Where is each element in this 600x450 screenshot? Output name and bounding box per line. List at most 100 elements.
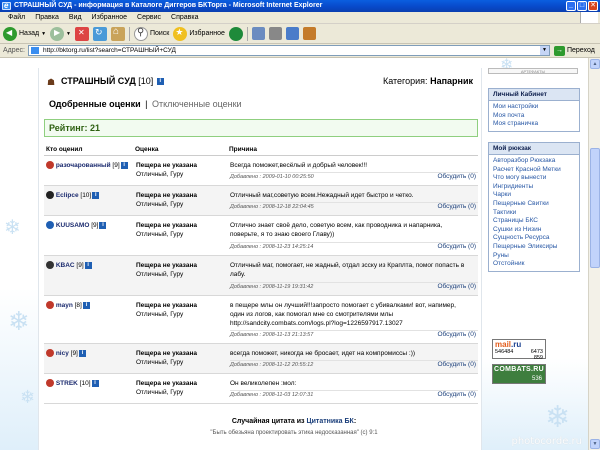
cave-name: Пещера не указана	[136, 162, 197, 169]
rater: nicy [9] i	[46, 349, 133, 358]
home-button[interactable]	[110, 26, 125, 42]
added-line: Добавлено : 2008-11-13 21:13:57 Обсудить …	[230, 330, 478, 339]
table-header: Кто оценил Оценка Причина	[44, 144, 478, 156]
forward-button[interactable]: ▼	[50, 26, 71, 42]
info-icon[interactable]: i	[156, 78, 164, 86]
backpack-link[interactable]: Пещерные Эликсиры	[493, 243, 579, 252]
discuss-link[interactable]: Обсудить (0)	[437, 331, 476, 339]
artifacts-banner[interactable]: АРТЕФАКТЫ	[488, 68, 578, 74]
mail-button[interactable]	[251, 26, 265, 42]
menu-bar: Файл Правка Вид Избранное Сервис Справка	[0, 12, 600, 24]
info-icon[interactable]: i	[92, 191, 100, 199]
discuss-link[interactable]: Обсудить (0)	[437, 283, 476, 291]
scroll-up-arrow-icon[interactable]: ▲	[590, 59, 600, 69]
scroll-thumb[interactable]	[590, 148, 600, 268]
back-button[interactable]: Назад ▼	[3, 26, 46, 42]
close-button[interactable]: ✕	[588, 1, 598, 11]
menu-favorites[interactable]: Избранное	[87, 12, 132, 23]
scroll-down-arrow-icon[interactable]: ▼	[590, 439, 600, 449]
cabinet-link[interactable]: Моя почта	[493, 112, 579, 121]
table-row: nicy [9] i Пещера не указана Отличный, Гуру…	[44, 344, 478, 374]
added-prefix: Добавлено :	[230, 332, 262, 338]
info-icon[interactable]: i	[82, 301, 90, 309]
minimize-button[interactable]: _	[566, 1, 576, 11]
reason-text: всегда поможет, никогда не бросает, идет…	[230, 350, 416, 357]
reason-text: Всегда поможет,весёлый и добрый человек!…	[230, 162, 368, 169]
discuss-link[interactable]: Обсудить (0)	[437, 391, 476, 399]
backpack-link[interactable]: Ингридиенты	[493, 183, 579, 192]
info-icon[interactable]: i	[78, 349, 86, 357]
backpack-link[interactable]: Сущность Ресурса	[493, 234, 579, 243]
rater-name[interactable]: разочарованный	[56, 162, 111, 169]
rater-cell: mayn [8] i	[44, 296, 133, 343]
edit-button[interactable]	[285, 26, 299, 42]
address-input[interactable]: http://bktorg.ru/list?search=СТРАШНЫЙ+СУ…	[27, 45, 550, 56]
discuss-link[interactable]: Обсудить (0)	[437, 173, 476, 181]
address-dropdown-icon[interactable]: ▼	[539, 46, 549, 55]
backpack-link[interactable]: Тактики	[493, 209, 579, 218]
backpack-link[interactable]: Страницы БКС	[493, 217, 579, 226]
backpack-link[interactable]: Пещерные Свитки	[493, 200, 579, 209]
backpack-link[interactable]: Расчет Красной Метки	[493, 166, 579, 175]
forward-dropdown-icon[interactable]: ▼	[66, 31, 71, 37]
cave-name: Пещера не указана	[136, 192, 197, 199]
rater-name[interactable]: mayn	[56, 302, 73, 309]
menu-view[interactable]: Вид	[64, 12, 87, 23]
info-icon[interactable]: i	[84, 261, 92, 269]
rater-name[interactable]: STREK	[56, 380, 78, 387]
rater-name[interactable]: KBAC	[56, 262, 75, 269]
mailru-counter[interactable]: mail.ru 546484 6473 859	[492, 339, 546, 361]
discuss-link[interactable]: Обсудить (0)	[437, 361, 476, 369]
table-row: разочарованный [9] i Пещера не указана Отли…	[44, 156, 478, 186]
refresh-button[interactable]	[92, 26, 107, 42]
added-line: Добавлено : 2008-11-03 12:07:31 Обсудить …	[230, 390, 478, 399]
go-arrow-icon: →	[553, 45, 565, 56]
cabinet-link[interactable]: Моя страничка	[493, 120, 579, 129]
added-date: 2009-01-10 00:25:50	[262, 174, 314, 180]
page-icon	[30, 47, 39, 54]
mailru-num-bottom: 859	[533, 355, 543, 361]
discuss-link[interactable]: Обсудить (0)	[437, 243, 476, 251]
quote-source-link[interactable]: Цитатника БК	[306, 418, 353, 425]
rater-name[interactable]: nicy	[56, 350, 69, 357]
go-button[interactable]: → Переход	[553, 45, 595, 56]
rater: Eclipce [10] i	[46, 191, 133, 200]
info-icon[interactable]: i	[99, 221, 107, 229]
menu-tools[interactable]: Сервис	[132, 12, 166, 23]
cabinet-link[interactable]: Мои настройки	[493, 103, 579, 112]
discuss-count: (0)	[468, 173, 476, 180]
grade-value: Отличный, Гуру	[136, 271, 184, 278]
backpack-link[interactable]: Чарки	[493, 191, 579, 200]
menu-file[interactable]: Файл	[3, 12, 30, 23]
search-icon	[133, 26, 148, 41]
category-label: Категория:	[382, 76, 428, 86]
backpack-link[interactable]: Отстойник	[493, 260, 579, 269]
clan-icon	[46, 161, 54, 170]
search-button[interactable]: Поиск	[133, 26, 169, 42]
discuss-link[interactable]: Обсудить (0)	[437, 203, 476, 211]
stop-button[interactable]	[74, 26, 89, 42]
print-button[interactable]	[268, 26, 282, 42]
reason-text: Отличный маг,советую всем.Нежадный идет …	[230, 192, 414, 199]
media-button[interactable]	[228, 26, 243, 42]
back-dropdown-icon[interactable]: ▼	[41, 31, 46, 37]
backpack-link[interactable]: Сушки из Низин	[493, 226, 579, 235]
messenger-button[interactable]	[302, 26, 316, 42]
profile-nick[interactable]: СТРАШНЫЙ СУД [10] i	[61, 76, 164, 86]
tab-approved[interactable]: Одобренные оценки	[49, 99, 141, 109]
menu-edit[interactable]: Правка	[30, 12, 64, 23]
backpack-link[interactable]: Авторазбор Рюкзака	[493, 157, 579, 166]
menu-help[interactable]: Справка	[166, 12, 203, 23]
vertical-scrollbar[interactable]: ▲ ▼	[588, 58, 600, 450]
combats-counter[interactable]: COMBATS.RU 536	[492, 364, 546, 384]
rater-name[interactable]: Eclipce	[56, 192, 79, 199]
tab-rejected[interactable]: Отключенные оценки	[152, 99, 242, 109]
info-icon[interactable]: i	[91, 379, 99, 387]
info-icon[interactable]: i	[120, 161, 128, 169]
rater-name[interactable]: KUUSAMO	[56, 222, 90, 229]
header-who: Кто оценил	[46, 146, 83, 153]
favorites-button[interactable]: Избранное	[173, 26, 225, 42]
maximize-button[interactable]: □	[577, 1, 587, 11]
backpack-link[interactable]: Руны	[493, 252, 579, 261]
backpack-link[interactable]: Что могу вынести	[493, 174, 579, 183]
